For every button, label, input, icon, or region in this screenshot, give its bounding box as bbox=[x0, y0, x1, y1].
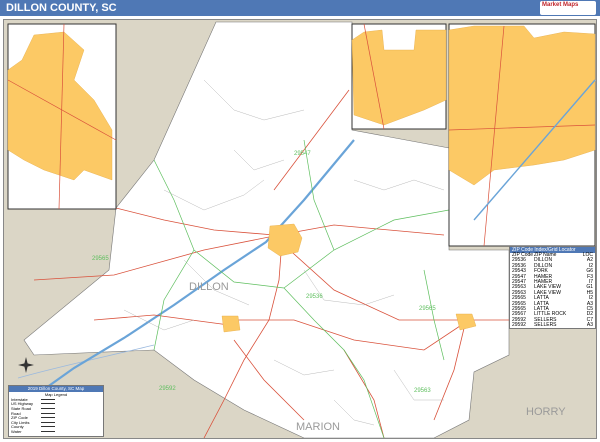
map-title: DILLON COUNTY, SC bbox=[6, 2, 117, 14]
north-arrow-icon bbox=[18, 357, 34, 373]
zip-label: 29565 bbox=[419, 306, 436, 312]
map-canvas: DILLON MARION HORRY 29547 29565 29536 29… bbox=[7, 21, 596, 438]
table-cell: A3 bbox=[586, 322, 593, 329]
legend-swatch bbox=[41, 417, 55, 419]
legend-swatch bbox=[41, 407, 55, 409]
map-area[interactable]: DILLON MARION HORRY 29547 29565 29536 29… bbox=[3, 19, 597, 439]
legend-swatch bbox=[41, 398, 55, 400]
legend-swatch bbox=[41, 426, 55, 428]
county-label-dillon: DILLON bbox=[189, 281, 229, 293]
legend-swatch bbox=[41, 421, 55, 423]
inset-map-1 bbox=[7, 23, 117, 210]
legend-swatch bbox=[41, 403, 55, 405]
legend-swatch bbox=[41, 412, 55, 414]
table-cell: SELLERS bbox=[534, 322, 557, 329]
zip-label: 29563 bbox=[414, 388, 431, 394]
title-bar: DILLON COUNTY, SC Market Maps bbox=[0, 0, 600, 16]
county-label-marion: MARION bbox=[296, 421, 340, 433]
legend-label: Water bbox=[11, 428, 22, 434]
latta-town bbox=[221, 315, 241, 333]
legend-item: Water bbox=[9, 429, 103, 434]
table-cell: 29592 bbox=[512, 322, 526, 329]
zip-label: 29547 bbox=[294, 151, 311, 157]
legend-swatch bbox=[41, 430, 55, 432]
zip-label: 29565 bbox=[92, 256, 109, 262]
zip-code-index-table: ZIP Code Index/Grid Locator ZIP Code ZIP… bbox=[509, 246, 596, 330]
table-row: 29592 SELLERS A3 bbox=[510, 322, 595, 329]
inset-map-3 bbox=[448, 23, 596, 247]
logo-text: Market Maps bbox=[542, 2, 579, 8]
county-label-horry: HORRY bbox=[526, 406, 566, 418]
dillon-town bbox=[267, 223, 303, 257]
zip-label: 29536 bbox=[306, 294, 323, 300]
inset-map-2 bbox=[351, 23, 447, 130]
map-legend: 2019 Dillon County, SC Map Map Legend In… bbox=[8, 385, 104, 437]
zip-label: 29592 bbox=[159, 386, 176, 392]
company-logo: Market Maps bbox=[540, 1, 596, 15]
